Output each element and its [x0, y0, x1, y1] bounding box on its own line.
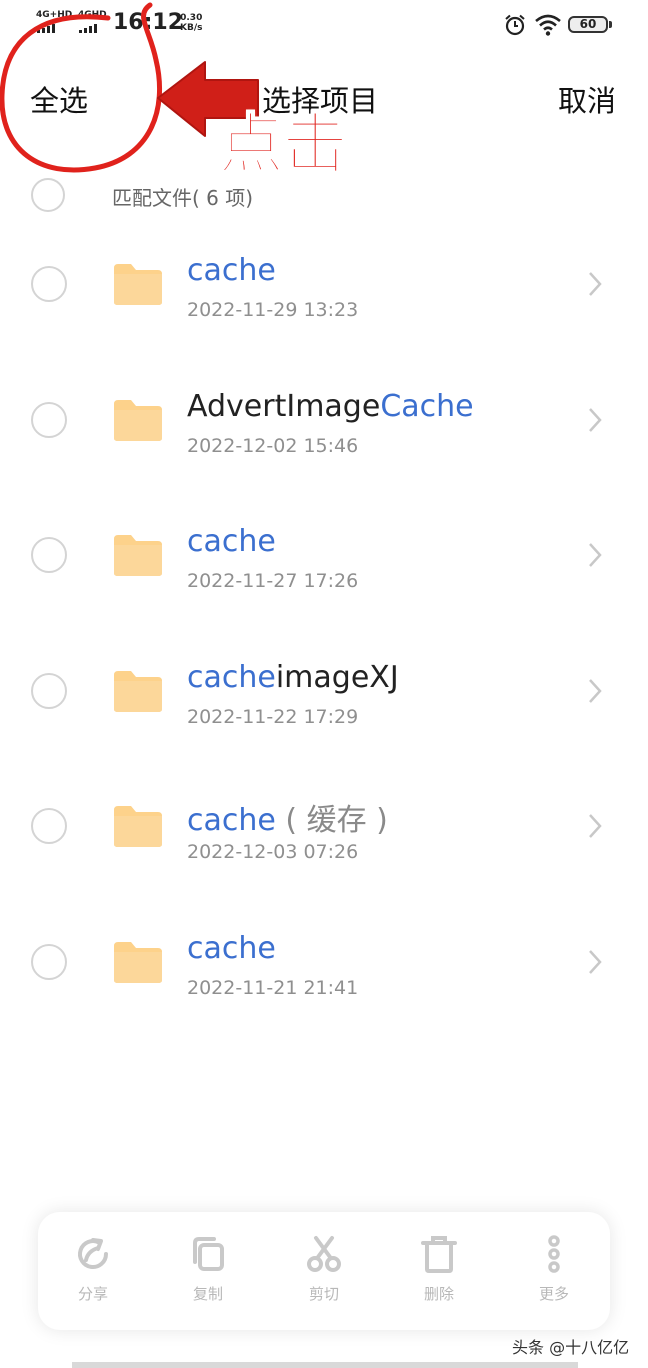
list-item[interactable]: cache ( 缓存 ) 2022-12-03 07:26 — [0, 757, 648, 893]
file-date: 2022-12-02 15:46 — [187, 434, 359, 457]
more-icon — [548, 1235, 560, 1273]
file-date: 2022-11-27 17:26 — [187, 570, 359, 593]
file-name: cache — [187, 931, 276, 966]
chevron-right-icon — [589, 814, 602, 839]
battery-icon: 60 — [568, 16, 608, 33]
watermark: 头条 @十八亿亿 — [512, 1338, 630, 1357]
file-name: cache ( 缓存 ) — [187, 795, 388, 839]
more-button[interactable]: 更多 — [514, 1212, 594, 1330]
file-name-match: Cache — [380, 388, 474, 424]
delete-button[interactable]: 删除 — [399, 1212, 479, 1330]
more-label: 更多 — [538, 1285, 569, 1303]
file-name-match: cache — [187, 930, 276, 966]
share-label: 分享 — [77, 1285, 108, 1303]
network-speed: 0.30 KB/s — [180, 13, 202, 33]
folder-icon — [114, 941, 162, 983]
cut-icon — [307, 1236, 341, 1272]
list-item[interactable]: cache 2022-11-27 17:26 — [0, 486, 648, 622]
match-summary: 匹配文件( 6 项) — [112, 186, 254, 210]
action-bar: 分享 复制 剪切 删除 更多 — [38, 1212, 610, 1330]
file-date: 2022-11-22 17:29 — [187, 705, 359, 728]
summary-checkbox[interactable] — [31, 178, 65, 212]
copy-label: 复制 — [192, 1285, 223, 1303]
item-checkbox[interactable] — [31, 943, 67, 980]
bottom-divider — [72, 1362, 578, 1368]
folder-icon — [114, 399, 162, 441]
delete-icon — [421, 1236, 457, 1273]
file-date: 2022-11-29 13:23 — [187, 299, 359, 321]
file-name: AdvertImageCache — [187, 389, 474, 424]
file-name: cache — [187, 524, 276, 559]
cut-label: 剪切 — [308, 1285, 339, 1303]
folder-icon — [114, 535, 162, 577]
folder-icon — [114, 806, 162, 848]
alarm-icon — [505, 14, 525, 36]
wifi-icon — [535, 14, 561, 36]
network-label-1: 4G+HD — [36, 10, 73, 20]
chevron-right-icon — [589, 678, 602, 703]
annotation-label: 点击 — [217, 105, 349, 184]
file-name-prefix: AdvertImage — [187, 388, 381, 424]
status-bar: 4G+HD 4GHD 16:12 0.30 KB/s 60 — [0, 0, 648, 48]
item-checkbox[interactable] — [31, 401, 67, 438]
file-name: cacheimageXJ — [187, 660, 399, 695]
file-name-match: cache — [187, 659, 276, 695]
file-date: 2022-11-21 21:41 — [187, 976, 359, 999]
cancel-button[interactable]: 取消 — [558, 78, 616, 120]
list-item[interactable]: cache 2022-11-21 21:41 — [0, 893, 648, 1029]
share-icon — [78, 1238, 108, 1270]
item-checkbox[interactable] — [31, 672, 67, 709]
folder-icon — [114, 264, 162, 305]
file-name-note: ( 缓存 ) — [275, 803, 388, 839]
select-all-button[interactable]: 全选 — [30, 78, 88, 120]
chevron-right-icon — [589, 543, 602, 568]
list-item[interactable]: AdvertImageCache 2022-12-02 15:46 — [0, 351, 648, 487]
copy-icon — [193, 1237, 224, 1271]
item-checkbox[interactable] — [31, 808, 67, 845]
folder-icon — [114, 670, 162, 712]
list-item[interactable]: cacheimageXJ 2022-11-22 17:29 — [0, 622, 648, 758]
file-name-match: cache — [187, 803, 276, 839]
chevron-right-icon — [589, 272, 602, 296]
file-list: cache 2022-11-29 13:23 AdvertImageCache … — [0, 215, 648, 1029]
chevron-right-icon — [589, 950, 602, 974]
network-label-2: 4GHD — [78, 10, 107, 20]
copy-button[interactable]: 复制 — [168, 1212, 248, 1330]
signal-icon-1 — [37, 24, 55, 33]
file-name-suffix: imageXJ — [275, 659, 399, 695]
file-name-match: cache — [187, 524, 276, 560]
file-name: cache — [187, 253, 276, 288]
item-checkbox[interactable] — [31, 266, 67, 302]
list-item[interactable]: cache 2022-11-29 13:23 — [0, 215, 648, 351]
file-name-match: cache — [187, 253, 276, 288]
speed-value: 0.30 — [180, 13, 203, 23]
battery-level: 60 — [579, 17, 597, 31]
share-button[interactable]: 分享 — [53, 1212, 133, 1330]
speed-unit: KB/s — [180, 23, 203, 33]
item-checkbox[interactable] — [31, 537, 67, 574]
battery-tip — [609, 21, 612, 28]
file-date: 2022-12-03 07:26 — [187, 841, 359, 864]
delete-label: 删除 — [423, 1285, 454, 1303]
signal-icon-2 — [79, 24, 97, 33]
cut-button[interactable]: 剪切 — [284, 1212, 364, 1330]
clock: 16:12 — [113, 10, 184, 35]
chevron-right-icon — [589, 407, 602, 432]
